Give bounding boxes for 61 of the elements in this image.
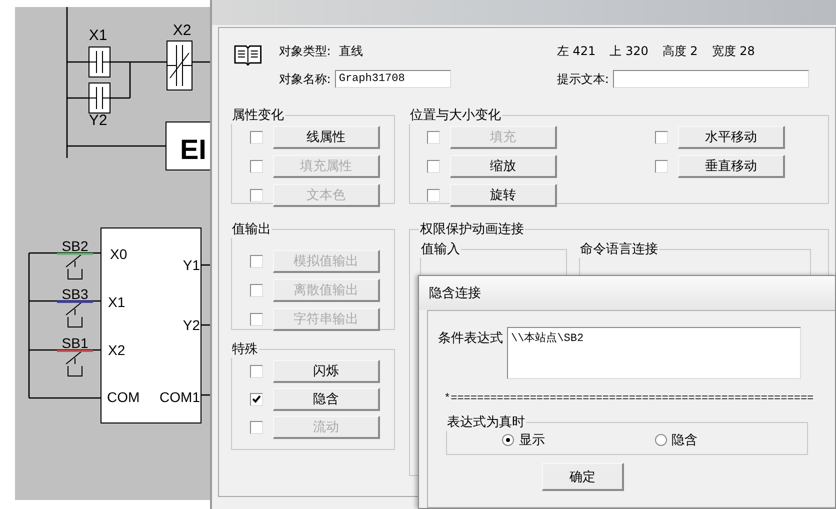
- book-icon: [233, 43, 263, 67]
- field-label: 对象名称:: [278, 70, 331, 88]
- checkbox[interactable]: [250, 364, 263, 378]
- option-button[interactable]: 垂直移动: [678, 154, 785, 178]
- radio-option[interactable]: 显示: [502, 431, 654, 449]
- group-title: 权限保护动画连接: [419, 221, 525, 238]
- option-button[interactable]: 闪烁: [273, 360, 380, 382]
- option-button[interactable]: 线属性: [273, 126, 380, 148]
- terminal-label: X2: [108, 342, 126, 358]
- field-label: 条件表达式: [438, 330, 503, 348]
- ok-button[interactable]: 确定: [542, 463, 624, 491]
- geometry-value: 高度 2: [662, 42, 698, 60]
- field-label: 对象类型:: [278, 42, 331, 60]
- contact-label: X2: [172, 22, 192, 39]
- group-title: 值输出: [231, 221, 272, 238]
- group-title: 位置与大小变化: [409, 107, 502, 124]
- checkbox[interactable]: [655, 130, 668, 144]
- object-type-value: 直线: [338, 42, 363, 60]
- group-title: 特殊: [231, 341, 259, 358]
- switch-drawing: [66, 350, 82, 376]
- terminal-label: Y2: [182, 317, 200, 333]
- terminal-label: Y1: [182, 257, 200, 273]
- contact-drawing: [88, 82, 110, 114]
- checkbox[interactable]: [250, 392, 263, 406]
- switch-drawing: [66, 254, 82, 280]
- switch-drawing: [66, 302, 82, 328]
- contact-label: X1: [88, 27, 108, 44]
- contact-drawing: [166, 40, 192, 90]
- coil-box: [166, 122, 212, 170]
- geometry-value: 左 421: [556, 42, 596, 60]
- group-title: 属性变化: [231, 107, 285, 124]
- checkbox[interactable]: [655, 160, 668, 172]
- field-label: 提示文本:: [556, 70, 609, 88]
- checkbox[interactable]: [427, 188, 440, 202]
- option-button[interactable]: 隐含: [273, 388, 380, 410]
- option-button[interactable]: 缩放: [450, 154, 557, 178]
- object-name-field[interactable]: Graph31708: [334, 70, 451, 88]
- expression-field[interactable]: \\本站点\SB2: [507, 327, 801, 379]
- radio-option[interactable]: 隐含: [654, 431, 807, 449]
- terminal-label: X1: [108, 294, 126, 310]
- checkbox[interactable]: [427, 160, 440, 172]
- contact-label: Y2: [88, 112, 108, 129]
- group-title: 值输入: [420, 241, 461, 258]
- geometry-value: 宽度 28: [712, 42, 755, 60]
- group-title: 命令语言连接: [579, 241, 659, 258]
- contact-drawing: [88, 46, 110, 78]
- coil-label: EI: [180, 134, 206, 165]
- terminal-label: COM1: [160, 389, 200, 405]
- switch-label: SB2: [57, 238, 93, 255]
- terminal-label: X0: [110, 246, 128, 262]
- geometry-value: 上 320: [610, 42, 648, 60]
- option-button[interactable]: 旋转: [450, 184, 557, 206]
- switch-label: SB1: [57, 335, 93, 352]
- window-title: 隐含连接: [429, 285, 481, 302]
- tooltip-field[interactable]: [612, 70, 809, 88]
- group-title: 表达式为真时: [446, 414, 526, 431]
- switch-label: SB3: [57, 286, 93, 303]
- terminal-label: COM: [107, 389, 140, 405]
- separator-text: *=======================================================: [444, 393, 815, 405]
- option-button[interactable]: 水平移动: [678, 126, 785, 148]
- checkbox[interactable]: [250, 130, 263, 144]
